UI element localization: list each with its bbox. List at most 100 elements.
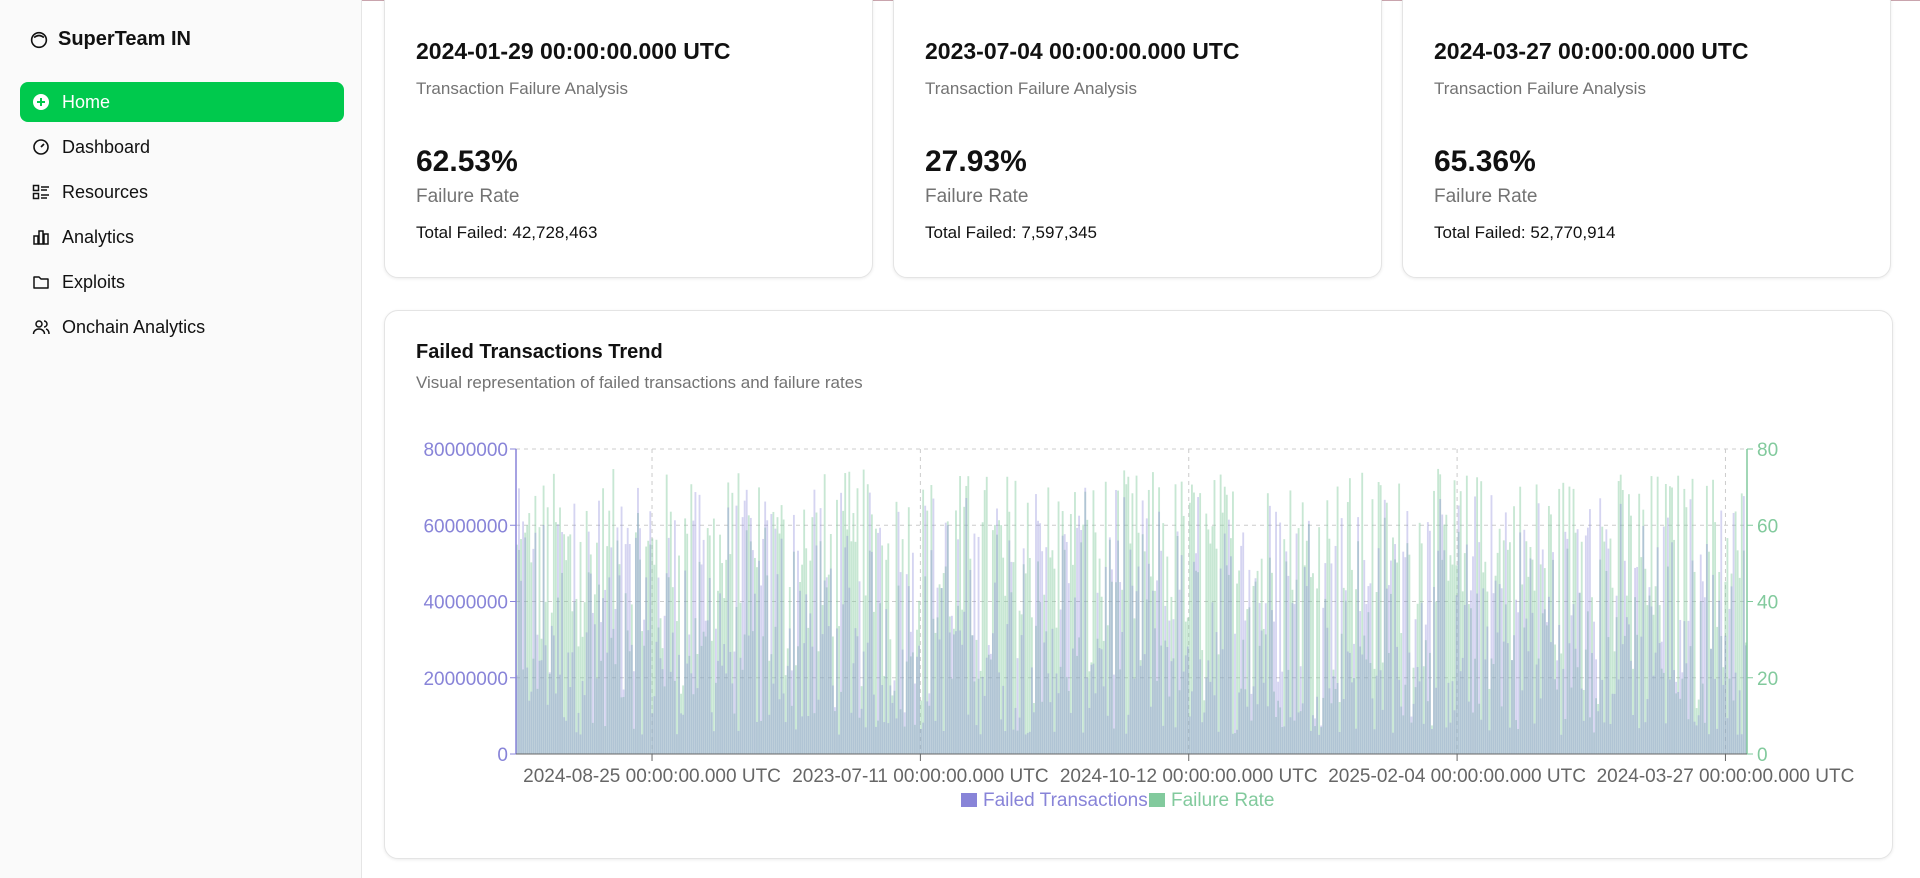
failed-transactions-bar	[1648, 587, 1651, 754]
failed-transactions-bar	[1439, 499, 1442, 754]
sidebar-item-home[interactable]: Home	[20, 82, 344, 122]
failed-transactions-bar	[1355, 728, 1357, 754]
failed-transactions-bar	[862, 651, 865, 754]
failed-transactions-bar	[682, 714, 685, 754]
right-axis-tick-label: 80	[1757, 440, 1778, 461]
failed-transactions-bar	[1576, 529, 1579, 754]
failed-transactions-bar	[760, 585, 762, 754]
failed-transactions-bar	[1078, 515, 1081, 754]
failed-transactions-bar	[768, 714, 771, 754]
failed-transactions-bar	[671, 632, 674, 754]
failure-rate-bar	[1188, 502, 1191, 754]
failure-rate-bar	[1289, 490, 1292, 754]
failed-transactions-bar	[1714, 678, 1717, 754]
failed-transactions-bar	[957, 539, 959, 754]
legend[interactable]: Failed Transactions Failure Rate	[961, 790, 1275, 811]
failed-transactions-bar	[667, 537, 670, 754]
card-subtitle: Transaction Failure Analysis	[1434, 79, 1646, 98]
failed-transactions-bar	[1525, 618, 1528, 754]
failed-transactions-bar	[1174, 727, 1177, 754]
failed-transactions-bar	[1215, 632, 1218, 754]
failed-transactions-bar	[1277, 681, 1280, 754]
failure-rate-bar	[1664, 484, 1667, 754]
failed-transactions-bar	[1219, 568, 1222, 754]
failed-transactions-bar	[1115, 489, 1117, 754]
failed-transactions-bar	[1418, 681, 1421, 754]
failed-transactions-bar	[1314, 718, 1316, 754]
failed-transactions-bar	[1283, 726, 1286, 754]
failed-transactions-bar	[1640, 636, 1643, 754]
failed-transactions-bar	[1691, 560, 1694, 754]
failed-transactions-bar	[920, 728, 923, 754]
failed-transactions-bar	[1383, 499, 1386, 754]
failure-rate-bar	[1480, 481, 1483, 754]
sidebar-item-analytics[interactable]: Analytics	[20, 217, 344, 257]
failed-transactions-bar	[758, 560, 760, 754]
failed-transactions-bar	[1662, 526, 1665, 754]
failure-rate-bar	[1736, 550, 1739, 754]
failed-transactions-bar	[1006, 624, 1009, 754]
failed-transactions-bar	[1026, 732, 1029, 754]
failed-transactions-bar	[1033, 712, 1035, 754]
failed-transactions-bar	[790, 670, 793, 754]
failed-transactions-bar	[1570, 615, 1573, 754]
failed-transactions-bar	[741, 517, 744, 754]
failed-transactions-bar	[1234, 633, 1236, 754]
failure-rate-bar	[895, 501, 898, 754]
failed-transactions-bar	[858, 581, 861, 754]
sidebar-item-dashboard[interactable]: Dashboard	[20, 127, 344, 167]
failed-transactions-bar	[581, 681, 584, 754]
failed-transactions-bar	[946, 525, 949, 754]
failed-transactions-bar	[550, 625, 553, 754]
brand[interactable]: SuperTeam IN	[30, 28, 191, 51]
brand-name: SuperTeam IN	[58, 28, 191, 50]
failed-transactions-bar	[653, 696, 656, 754]
failed-transactions-bar	[1217, 731, 1220, 754]
failed-transactions-bar	[747, 635, 750, 754]
failed-transactions-bar	[753, 593, 756, 754]
failed-transactions-bar	[1408, 652, 1411, 754]
failed-transactions-bar	[721, 665, 724, 754]
failed-transactions-bar	[1722, 684, 1725, 754]
failed-transactions-bar	[1650, 606, 1653, 754]
failed-transactions-bar	[1392, 732, 1394, 754]
failed-transactions-bar	[1184, 655, 1187, 754]
failed-transactions-bar	[1035, 494, 1037, 754]
failed-transactions-bar	[661, 669, 664, 754]
failed-transactions-bar	[606, 652, 609, 754]
failed-transactions-bar	[1515, 599, 1518, 754]
sidebar-item-onchain-analytics[interactable]: Onchain Analytics	[20, 307, 344, 347]
failed-transactions-bar	[1708, 734, 1710, 754]
failed-transactions-bar	[1685, 663, 1688, 754]
failure-rate-bar	[1603, 541, 1606, 754]
failed-transactions-bar	[542, 525, 545, 754]
failed-transactions-bar	[922, 722, 925, 754]
sidebar-item-resources[interactable]: Resources	[20, 172, 344, 212]
failed-transactions-bar	[1373, 729, 1376, 754]
failed-transactions-bar	[1541, 549, 1544, 754]
failed-transactions-bar	[571, 652, 574, 754]
failed-transactions-bar	[614, 608, 617, 754]
failed-transactions-bar	[624, 544, 627, 754]
right-axis-tick-label: 60	[1757, 516, 1778, 537]
failure-rate-bar	[1638, 493, 1641, 754]
failed-transactions-bar	[1740, 734, 1743, 754]
sidebar-item-exploits[interactable]: Exploits	[20, 262, 344, 302]
failure-rate-bar	[1609, 538, 1612, 754]
failed-transactions-bar	[1742, 496, 1745, 754]
failed-transactions-bar	[604, 589, 607, 754]
failed-transactions-bar	[1599, 498, 1602, 754]
failed-transactions-bar	[1225, 565, 1228, 754]
failed-transactions-bar	[864, 727, 867, 754]
failed-transactions-bar	[1318, 734, 1321, 754]
failed-transactions-bar	[831, 685, 834, 754]
failed-transactions-bar	[725, 673, 728, 754]
folder-icon	[32, 273, 50, 291]
failed-transactions-bar	[1679, 619, 1682, 754]
failed-transactions-bar	[850, 712, 853, 754]
failure-rate-bar	[1392, 537, 1394, 754]
failed-transactions-bar	[1252, 686, 1255, 754]
failed-transactions-bar	[1324, 563, 1327, 754]
failed-transactions-bar	[979, 734, 982, 754]
failed-transactions-bar	[1275, 511, 1277, 754]
